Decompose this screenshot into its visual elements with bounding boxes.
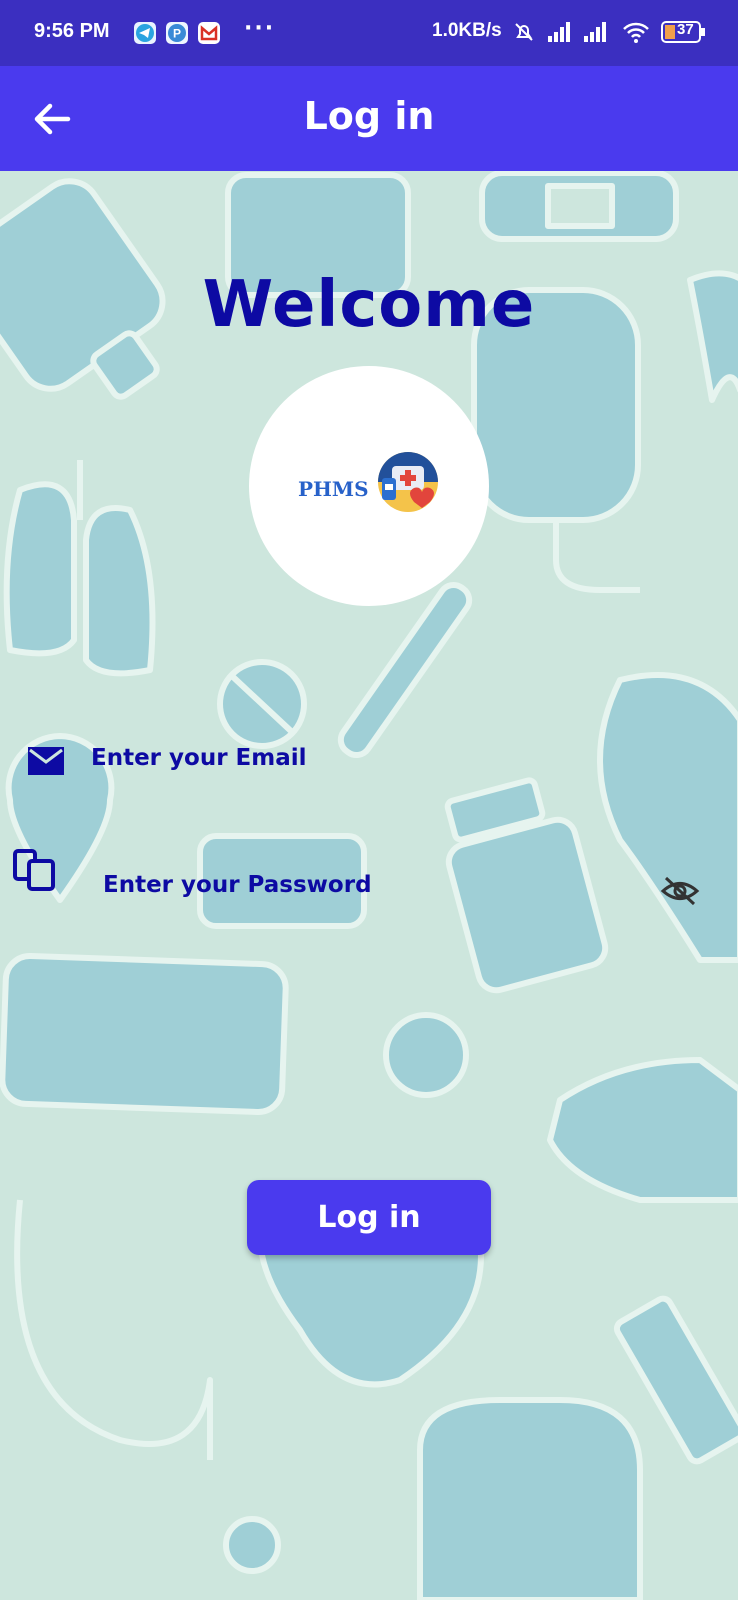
- network-speed: 1.0KB/s: [432, 20, 502, 41]
- virus-shape: [383, 1012, 469, 1098]
- medical-kit-icon: [378, 452, 438, 512]
- thermometer-shape: [337, 581, 473, 759]
- welcome-heading: Welcome: [202, 268, 536, 342]
- password-input[interactable]: Enter your Password: [103, 872, 372, 898]
- signal-icon: [548, 22, 570, 42]
- status-bar: 9:56 PM P ··· 1.0KB/s 37: [0, 0, 738, 66]
- p-app-icon: P: [166, 22, 188, 44]
- ribbon-shape: [597, 672, 738, 963]
- mask-shape: [0, 952, 289, 1116]
- app-logo-circle: [249, 366, 489, 606]
- wifi-icon: [623, 22, 649, 43]
- status-time: 9:56 PM: [34, 20, 110, 42]
- clipboard-icon: [13, 849, 55, 891]
- bandaid-shape: [479, 171, 679, 242]
- telegram-icon: [134, 22, 156, 44]
- password-field[interactable]: Enter your Password: [12, 848, 712, 906]
- pill-shape: [217, 659, 307, 749]
- svg-text:P: P: [173, 27, 181, 41]
- lungs-shape: [3, 460, 156, 677]
- app-bar: Log in: [0, 66, 738, 171]
- glove-shape: [547, 1057, 738, 1203]
- app-logo-text: PHMS: [298, 477, 369, 501]
- gmail-icon: [198, 22, 220, 44]
- eye-off-icon[interactable]: [660, 874, 700, 908]
- page-title: Log in: [303, 94, 435, 138]
- more-notifications: ···: [244, 16, 276, 41]
- heart-shield-shape: [257, 1237, 484, 1388]
- mail-icon: [28, 747, 64, 775]
- email-field[interactable]: Enter your Email: [22, 740, 712, 790]
- login-button[interactable]: Log in: [247, 1180, 491, 1255]
- stethoscope-shape: [14, 1199, 281, 1574]
- mute-icon: [515, 23, 533, 41]
- signal-icon: [584, 22, 606, 42]
- email-input[interactable]: Enter your Email: [91, 745, 307, 771]
- hand-sanitizer-shape: [417, 1397, 643, 1600]
- battery-level: 37: [677, 21, 694, 38]
